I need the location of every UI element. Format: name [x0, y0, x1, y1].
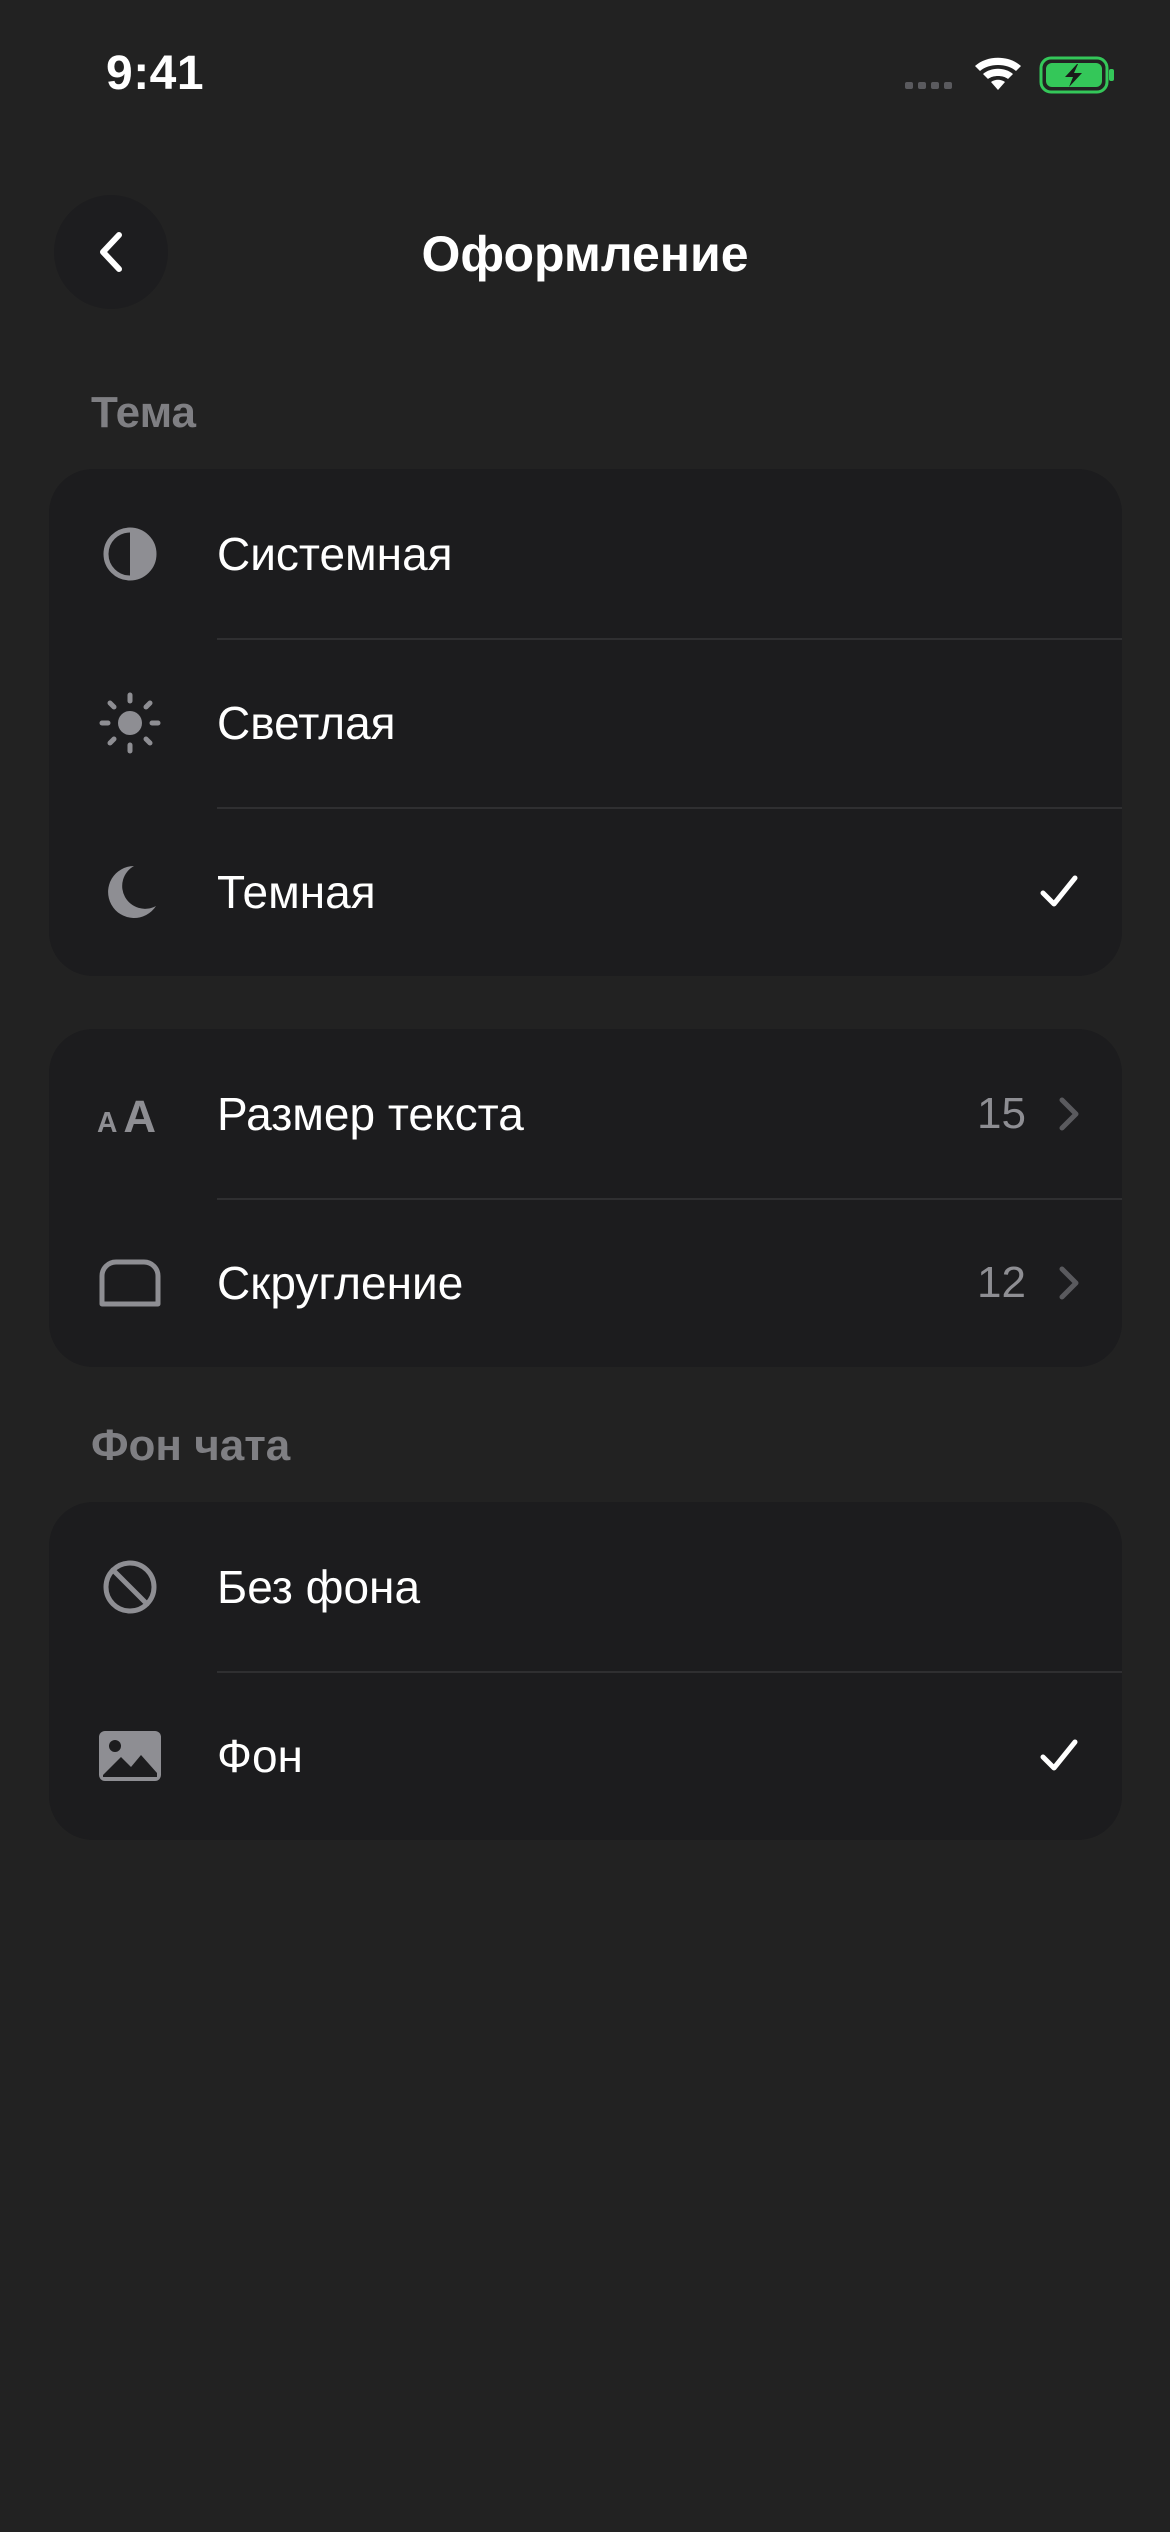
no-entry-icon: [97, 1554, 163, 1620]
svg-text:A: A: [97, 1105, 117, 1137]
status-bar: 9:41: [0, 0, 1170, 150]
theme-card: Системная Светлая Темная: [49, 469, 1122, 976]
wifi-icon: [975, 57, 1021, 90]
moon-icon: [97, 859, 163, 925]
theme-option-dark[interactable]: Темная: [49, 807, 1122, 976]
checkmark-icon: [1040, 1739, 1078, 1770]
chat-background-card: Без фона Фон: [49, 1502, 1122, 1840]
sun-icon: [97, 690, 163, 756]
theme-option-system[interactable]: Системная: [49, 469, 1122, 638]
theme-option-label: Системная: [217, 527, 453, 580]
corner-radius-value: 12: [977, 1257, 1026, 1307]
theme-option-label: Темная: [217, 865, 376, 918]
chevron-right-icon: [1059, 1097, 1079, 1130]
theme-option-label: Светлая: [217, 696, 396, 749]
half-circle-icon: [97, 521, 163, 587]
text-size-row[interactable]: A A Размер текста 15: [49, 1029, 1122, 1198]
text-settings-card: A A Размер текста 15 Скругление 12: [49, 1029, 1122, 1367]
status-icons: [905, 56, 1114, 94]
cellular-signal-icon: [905, 82, 952, 89]
section-label-chat-background: Фон чата: [91, 1421, 291, 1470]
chat-background-image[interactable]: Фон: [49, 1671, 1122, 1840]
corner-radius-row[interactable]: Скругление 12: [49, 1198, 1122, 1367]
svg-text:A: A: [123, 1090, 156, 1138]
text-size-icon: A A: [97, 1081, 163, 1147]
rounded-corner-icon: [97, 1250, 163, 1316]
chevron-right-icon: [1059, 1266, 1079, 1299]
checkmark-icon: [1040, 875, 1078, 906]
text-size-label: Размер текста: [217, 1087, 524, 1140]
chat-background-none[interactable]: Без фона: [49, 1502, 1122, 1671]
battery-icon: [1039, 56, 1114, 94]
page-title: Оформление: [421, 226, 749, 282]
theme-option-light[interactable]: Светлая: [49, 638, 1122, 807]
corner-radius-label: Скругление: [217, 1256, 464, 1309]
navigation-bar: Оформление: [0, 195, 1170, 313]
chat-background-label: Без фона: [217, 1560, 421, 1613]
status-time: 9:41: [106, 47, 205, 100]
image-icon: [97, 1723, 163, 1789]
text-size-value: 15: [977, 1088, 1026, 1138]
section-label-theme: Тема: [91, 388, 197, 437]
chat-background-label: Фон: [217, 1729, 303, 1782]
